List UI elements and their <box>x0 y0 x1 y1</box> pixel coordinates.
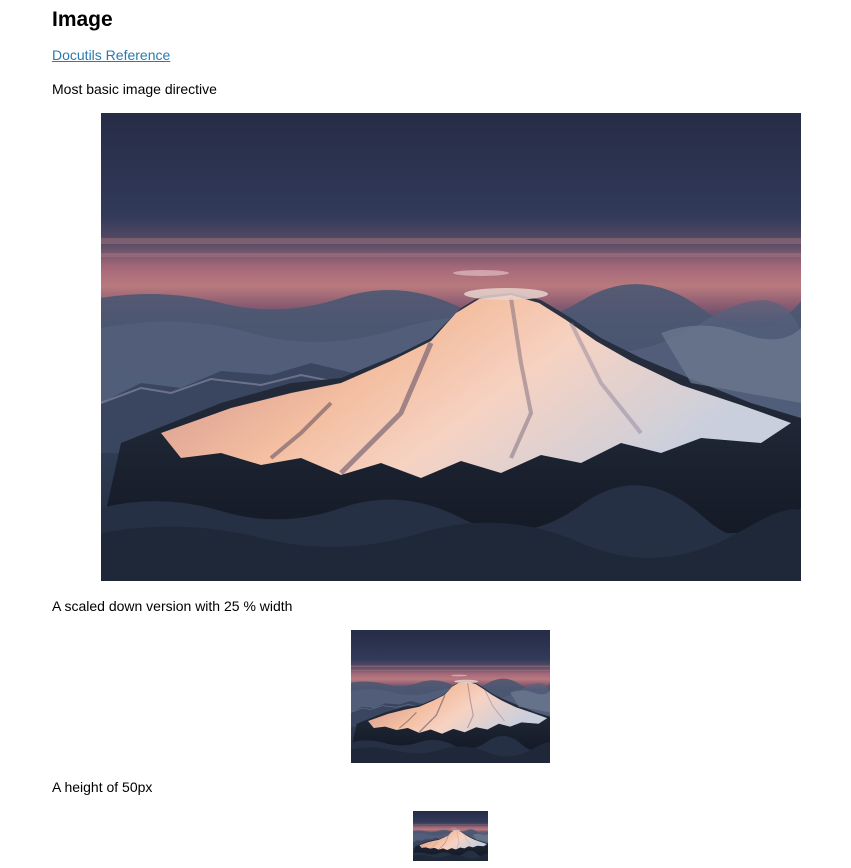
caption-height-image: A height of 50px <box>52 779 153 795</box>
caption-basic-image: Most basic image directive <box>52 81 217 97</box>
mountain-image-full <box>101 113 801 581</box>
mountain-image-25-percent <box>351 630 550 763</box>
mountain-image-50px <box>413 811 488 861</box>
page-title: Image <box>52 8 113 31</box>
docutils-reference-link[interactable]: Docutils Reference <box>52 46 170 64</box>
caption-scaled-image: A scaled down version with 25 % width <box>52 598 293 614</box>
